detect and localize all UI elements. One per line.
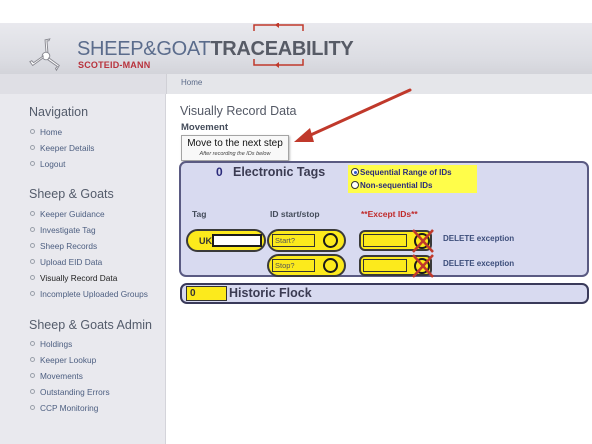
sidebar-item-label: Incomplete Uploaded Groups xyxy=(40,289,148,299)
id-mode-radio-group: Sequential Range of IDs Non-sequential I… xyxy=(348,165,477,193)
radio-unselected-icon[interactable] xyxy=(351,181,359,189)
sidebar-item-label: Investigate Tag xyxy=(40,225,96,235)
start-id-pill: Start? xyxy=(267,229,346,252)
bullet-icon xyxy=(30,373,35,378)
sidebar-item-logout[interactable]: Logout xyxy=(30,159,65,169)
next-step-button-sublabel: After recording the IDs below xyxy=(199,151,271,157)
bullet-icon xyxy=(30,357,35,362)
annotation-arrow-icon xyxy=(294,88,412,142)
electronic-tags-panel: 0 Electronic Tags Sequential Range of ID… xyxy=(179,161,589,278)
cross-out-icon xyxy=(412,254,434,278)
tag-pill: UK xyxy=(186,229,266,252)
stop-id-pill: Stop? xyxy=(267,254,346,277)
site-subtitle: SCOTEID-MANN xyxy=(78,60,151,70)
sidebar-item-label: CCP Monitoring xyxy=(40,403,99,413)
annotation-bracket-icon xyxy=(253,23,304,68)
sidebar-item-label: Keeper Guidance xyxy=(40,209,105,219)
historic-flock-panel: 0 Historic Flock xyxy=(180,283,589,304)
sidebar-item-label: Home xyxy=(40,127,63,137)
exception-pill-2 xyxy=(359,254,434,278)
section-label: Movement xyxy=(181,122,228,133)
exception-input-2[interactable] xyxy=(363,259,407,272)
page-title: Visually Record Data xyxy=(180,104,297,118)
bullet-icon xyxy=(30,341,35,346)
eid-title: Electronic Tags xyxy=(233,165,326,179)
bullet-icon xyxy=(30,405,35,410)
bullet-icon xyxy=(30,211,35,216)
sidebar-item-outstanding-errors[interactable]: Outstanding Errors xyxy=(30,387,110,397)
next-step-button-label: Move to the next step xyxy=(187,138,283,149)
sidebar-item-ccp-monitoring[interactable]: CCP Monitoring xyxy=(30,403,98,413)
sidebar-item-label: Keeper Lookup xyxy=(40,355,97,365)
bullet-icon xyxy=(30,129,35,134)
bullet-icon xyxy=(30,161,35,166)
cross-out-icon xyxy=(412,229,434,253)
breadcrumb-home-link[interactable]: Home xyxy=(181,78,202,87)
tag-input[interactable] xyxy=(212,234,262,247)
next-step-button[interactable]: Move to the next step After recording th… xyxy=(181,135,289,161)
app-window: SHEEP&GOATTRACEABILITY SCOTEID-MANN Home… xyxy=(0,0,592,444)
bullet-icon xyxy=(30,145,35,150)
start-id-input[interactable]: Start? xyxy=(272,234,315,247)
bullet-icon xyxy=(30,243,35,248)
sidebar-item-label: Keeper Details xyxy=(40,143,95,153)
sidebar-item-holdings[interactable]: Holdings xyxy=(30,339,72,349)
sidebar-item-label: Visually Record Data xyxy=(40,273,118,283)
sidebar-heading-admin: Sheep & Goats Admin xyxy=(29,318,152,332)
sidebar-item-label: Logout xyxy=(40,159,66,169)
sidebar-item-visually-record-data[interactable]: Visually Record Data xyxy=(30,273,117,283)
historic-flock-title: Historic Flock xyxy=(229,286,312,300)
radio-non-sequential[interactable]: Non-sequential IDs xyxy=(351,181,432,190)
sidebar-item-sheep-records[interactable]: Sheep Records xyxy=(30,241,97,251)
sidebar-item-keeper-lookup[interactable]: Keeper Lookup xyxy=(30,355,96,365)
radio-label: Non-sequential IDs xyxy=(360,181,433,190)
stop-id-input[interactable]: Stop? xyxy=(272,259,315,272)
stop-knob-icon[interactable] xyxy=(323,258,338,273)
eid-count: 0 xyxy=(216,165,223,179)
sidebar-item-label: Movements xyxy=(40,371,83,381)
delete-exception-link-1[interactable]: DELETE exception xyxy=(443,234,514,243)
radio-sequential[interactable]: Sequential Range of IDs xyxy=(351,168,452,177)
bullet-icon xyxy=(30,389,35,394)
delete-exception-link-2[interactable]: DELETE exception xyxy=(443,259,514,268)
radio-label: Sequential Range of IDs xyxy=(360,168,452,177)
sidebar-item-label: Outstanding Errors xyxy=(40,387,110,397)
sidebar-item-keeper-details[interactable]: Keeper Details xyxy=(30,143,94,153)
start-knob-icon[interactable] xyxy=(323,233,338,248)
column-header-tag: Tag xyxy=(192,209,207,219)
sidebar-heading-sheep-goats: Sheep & Goats xyxy=(29,187,114,201)
radio-selected-icon[interactable] xyxy=(351,168,359,176)
triskelion-logo-icon xyxy=(29,38,60,72)
sidebar-item-label: Upload EID Data xyxy=(40,257,103,267)
bullet-icon xyxy=(30,275,35,280)
historic-count-input[interactable]: 0 xyxy=(186,286,227,301)
sidebar-item-label: Sheep Records xyxy=(40,241,98,251)
exception-input-1[interactable] xyxy=(363,234,407,247)
sidebar-item-home[interactable]: Home xyxy=(30,127,62,137)
bullet-icon xyxy=(30,227,35,232)
sidebar-item-upload-eid-data[interactable]: Upload EID Data xyxy=(30,257,102,267)
site-title-part1: SHEEP&GOAT xyxy=(77,38,211,60)
sidebar-item-label: Holdings xyxy=(40,339,73,349)
sidebar-item-keeper-guidance[interactable]: Keeper Guidance xyxy=(30,209,105,219)
bullet-icon xyxy=(30,259,35,264)
sidebar: Navigation Home Keeper Details Logout Sh… xyxy=(0,94,166,444)
site-header: SHEEP&GOATTRACEABILITY SCOTEID-MANN xyxy=(0,23,592,74)
sidebar-heading-navigation: Navigation xyxy=(29,105,89,119)
site-title: SHEEP&GOATTRACEABILITY xyxy=(77,38,354,61)
exception-pill-1 xyxy=(359,229,434,253)
sidebar-item-investigate-tag[interactable]: Investigate Tag xyxy=(30,225,96,235)
country-code: UK xyxy=(199,236,212,246)
column-header-id-range: ID start/stop xyxy=(270,209,320,219)
sidebar-item-incomplete-uploaded-groups[interactable]: Incomplete Uploaded Groups xyxy=(30,289,148,299)
bullet-icon xyxy=(30,291,35,296)
sidebar-item-movements[interactable]: Movements xyxy=(30,371,83,381)
column-header-except-ids: **Except IDs** xyxy=(361,209,418,219)
